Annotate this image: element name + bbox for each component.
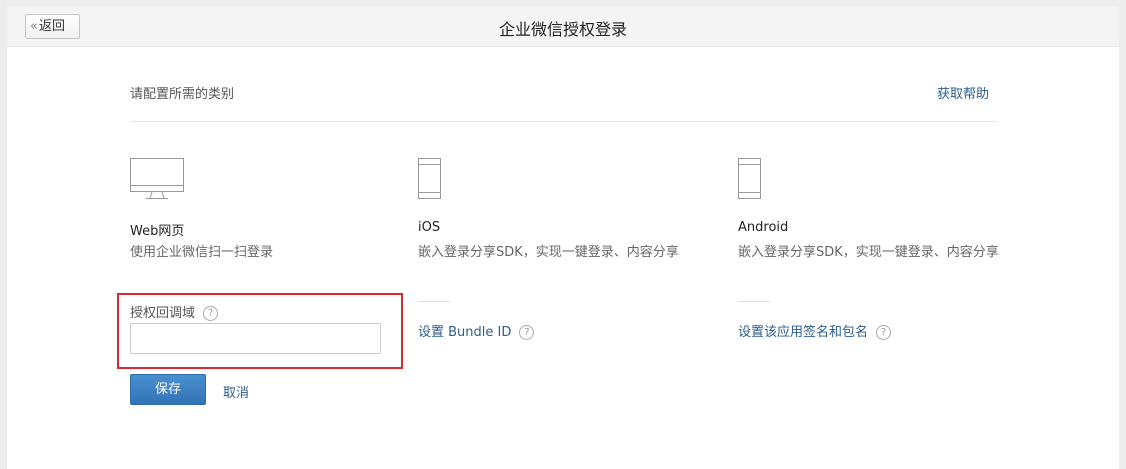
question-icon[interactable]: ?: [203, 306, 219, 321]
callback-domain-input[interactable]: [130, 323, 381, 354]
divider-ios: [418, 301, 450, 302]
callback-domain-label: 授权回调域?: [130, 302, 219, 321]
option-title-ios: iOS: [418, 220, 441, 235]
option-desc-web: 使用企业微信扫一扫登录: [130, 245, 274, 260]
cancel-link[interactable]: 取消: [223, 382, 249, 401]
question-icon[interactable]: ?: [876, 325, 892, 340]
option-desc-android: 嵌入登录分享SDK，实现一键登录、内容分享: [738, 245, 999, 260]
setting-link-ios[interactable]: 设置 Bundle ID?: [418, 321, 535, 340]
main-card: «返回 企业微信授权登录 请配置所需的类别 获取帮助 Web网页 使用企业微信扫…: [7, 6, 1119, 469]
setting-label-ios: 设置 Bundle ID: [418, 325, 512, 340]
setting-label-android: 设置该应用签名和包名: [738, 325, 869, 340]
option-title-android: Android: [738, 220, 789, 235]
option-title-web: Web网页: [130, 224, 185, 239]
option-desc-ios: 嵌入登录分享SDK，实现一键登录、内容分享: [418, 245, 679, 260]
save-button[interactable]: 保存: [130, 374, 206, 405]
page-title: 企业微信授权登录: [498, 20, 627, 39]
setting-link-android[interactable]: 设置该应用签名和包名?: [738, 321, 892, 340]
phone-icon: [418, 158, 441, 199]
divider: [130, 121, 997, 122]
section-subtitle: 请配置所需的类别: [130, 87, 235, 102]
question-icon[interactable]: ?: [519, 325, 535, 340]
top-bar: «返回 企业微信授权登录: [7, 6, 1119, 47]
monitor-icon: [130, 158, 184, 199]
help-link[interactable]: 获取帮助: [937, 83, 989, 102]
callback-domain-label-text: 授权回调域: [130, 306, 196, 321]
divider-android: [738, 301, 770, 302]
phone-icon: [738, 158, 761, 199]
